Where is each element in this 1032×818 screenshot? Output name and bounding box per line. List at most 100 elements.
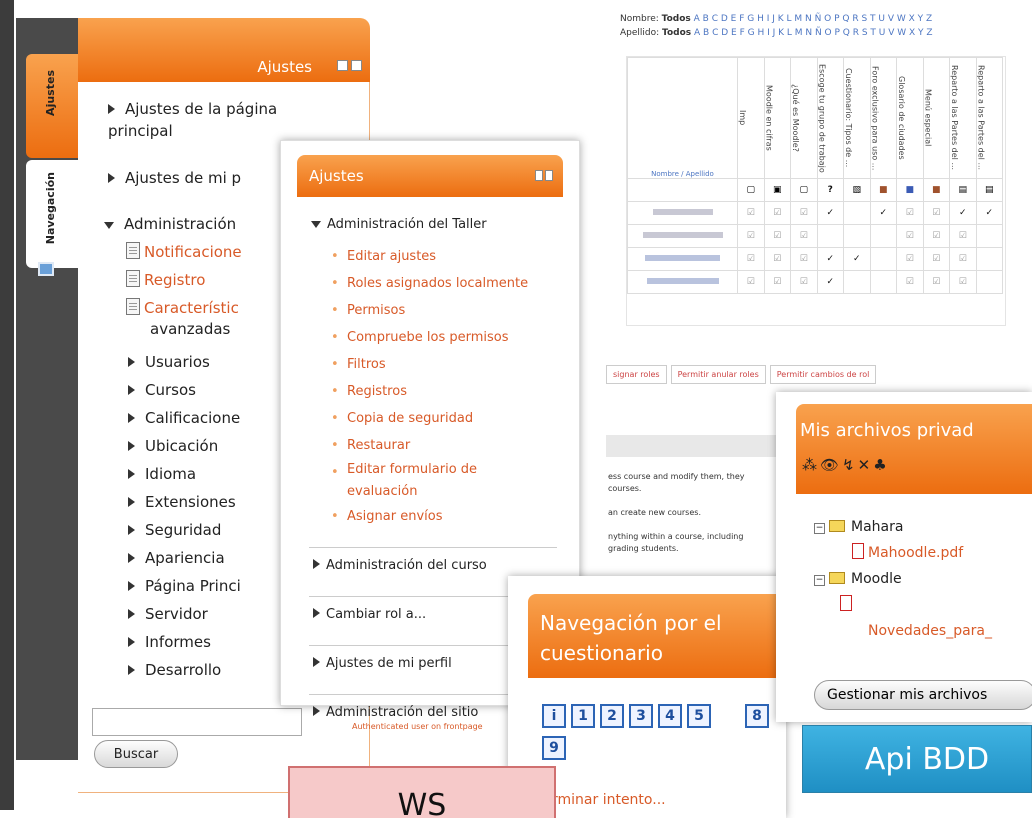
search-button-label: Buscar	[113, 746, 159, 762]
bullet-icon: •	[331, 411, 339, 426]
quiz-question-button[interactable]: 5	[687, 704, 711, 728]
tree-file-mahoodle[interactable]: Mahoodle.pdf	[814, 540, 992, 566]
tab-allow-override[interactable]: Permitir anular roles	[670, 365, 766, 384]
quiz-question-button[interactable]: 4	[658, 704, 682, 728]
workshop-admin-link[interactable]: • Filtros	[331, 351, 571, 378]
admin-item[interactable]: Desarrollo	[128, 661, 221, 679]
finish-attempt-link[interactable]: rminar intento...	[552, 792, 666, 808]
admin-item[interactable]: Ubicación	[128, 437, 218, 455]
admin-item[interactable]: Cursos	[128, 381, 196, 399]
link-label: Registro	[144, 271, 206, 289]
table-col-header: ¿Qué es Moodle?	[790, 57, 818, 179]
quiz-question-button[interactable]: 1	[571, 704, 595, 728]
private-files-block: Mis archivos privad ⁂👁↯✕♣ − Mahara Mahood…	[776, 392, 1032, 722]
search-input[interactable]	[92, 708, 302, 736]
frontpage-user-note: Authenticated user on frontpage	[352, 722, 483, 731]
workshop-admin-link[interactable]: • Roles asignados localmente	[331, 270, 571, 297]
table-cell: ☑	[922, 247, 950, 271]
quiz-question-button[interactable]: 2	[600, 704, 624, 728]
admin-item[interactable]: Informes	[128, 633, 211, 651]
admin-item[interactable]: Extensiones	[128, 493, 236, 511]
letters-first[interactable]: A B C D E F G H I J K L M N Ñ O P Q R S …	[694, 14, 933, 24]
section-site-admin[interactable]: Administración	[104, 215, 236, 233]
move-icon[interactable]: ↯	[842, 456, 858, 474]
admin-item[interactable]: Usuarios	[128, 353, 210, 371]
last-name-label: Apellido:	[620, 28, 660, 38]
admin-link-reports[interactable]: Registro	[126, 270, 205, 289]
workshop-admin-link[interactable]: • Editar ajustes	[331, 243, 571, 270]
admin-link-notifications[interactable]: Notificacione	[126, 242, 242, 261]
collapsed-arrow-icon	[128, 469, 135, 479]
workshop-admin-link[interactable]: • Copia de seguridad	[331, 405, 571, 432]
completion-table-wrap: Nombre / Apellido Imp Moodle en cifras ¿…	[626, 56, 1006, 326]
manage-files-button[interactable]: Gestionar mis archivos	[814, 680, 1032, 710]
section-front-page-settings[interactable]: Ajustes de la página principal	[108, 98, 308, 142]
admin-item-label: Apariencia	[145, 549, 225, 567]
link-label: Roles asignados localmente	[347, 276, 529, 291]
all-last-link[interactable]: Todos	[662, 28, 691, 38]
workshop-admin-link[interactable]: • Asignar envíos	[331, 503, 571, 530]
table-col-header: Glosario de ciudades	[896, 57, 924, 179]
workshop-admin-link[interactable]: • Permisos	[331, 297, 571, 324]
admin-link-advanced-features-line2[interactable]: avanzadas	[150, 320, 230, 338]
first-name-label: Nombre:	[620, 14, 659, 24]
dock-icon[interactable]	[38, 262, 54, 276]
workshop-admin-link[interactable]: • Compruebe los permisos	[331, 324, 571, 351]
first-name-filter: Nombre: Todos A B C D E F G H I J K L M …	[620, 12, 933, 26]
tab-assign-roles[interactable]: signar roles	[606, 365, 667, 384]
table-cell: ✓	[816, 270, 844, 294]
workshop-admin-link[interactable]: • Editar formulario de evaluación	[331, 459, 571, 503]
user-icon[interactable]: ♣	[873, 456, 889, 474]
tree-folder-mahara[interactable]: − Mahara	[814, 514, 992, 540]
collapse-icon[interactable]: −	[814, 523, 825, 534]
collapsed-arrow-icon	[313, 559, 320, 569]
workshop-admin-link[interactable]: • Registros	[331, 378, 571, 405]
letters-last[interactable]: A B C D E F G H I J K L M N Ñ O P Q R S …	[694, 28, 933, 38]
hide-block-icon[interactable]	[351, 60, 362, 71]
dock-block-icon[interactable]	[337, 60, 348, 71]
link-label: Característic	[144, 299, 239, 317]
section-my-profile-settings[interactable]: Ajustes de mi p	[108, 169, 241, 187]
quiz-button-label: 5	[694, 708, 704, 724]
admin-item-label: Servidor	[145, 605, 208, 623]
admin-item[interactable]: Idioma	[128, 465, 196, 483]
api-label-box: Api BDD	[802, 725, 1032, 793]
table-row: ☑ ☑ ☑ ☑ ☑ ☑	[627, 224, 1003, 248]
workshop-dock-icon[interactable]	[535, 170, 543, 181]
tab-allow-switch[interactable]: Permitir cambios de rol	[769, 365, 877, 384]
quiz-button-label: 3	[636, 708, 646, 724]
collapse-icon[interactable]: −	[814, 575, 825, 586]
workshop-hide-icon[interactable]	[545, 170, 553, 181]
blurred-name	[645, 255, 720, 261]
col-header-label: Foro exclusivo para uso ...	[870, 65, 880, 171]
admin-item[interactable]: Calificacione	[128, 409, 240, 427]
quiz-button-label: 4	[665, 708, 675, 724]
tree-file-novedades[interactable]: Novedades_para_	[814, 618, 992, 644]
workshop-admin-link[interactable]: • Restaurar	[331, 432, 571, 459]
quiz-info-button[interactable]: i	[542, 704, 566, 728]
table-cell: ✓	[843, 247, 871, 271]
quiz-question-button[interactable]: 3	[629, 704, 653, 728]
brush-icon[interactable]: ⁂	[802, 456, 820, 474]
side-tab-navegacion[interactable]: Navegación	[26, 160, 78, 268]
all-first-link[interactable]: Todos	[662, 14, 691, 24]
side-tab-ajustes[interactable]: Ajustes	[26, 54, 78, 158]
quiz-question-button[interactable]: 9	[542, 736, 566, 760]
admin-item[interactable]: Servidor	[128, 605, 208, 623]
delete-icon[interactable]: ✕	[858, 456, 874, 474]
admin-item[interactable]: Página Princi	[128, 577, 241, 595]
workshop-admin-section[interactable]: Administración del Taller	[311, 217, 487, 232]
admin-link-advanced-features[interactable]: Característic	[126, 298, 239, 317]
search-button[interactable]: Buscar	[94, 740, 178, 768]
last-name-filter: Apellido: Todos A B C D E F G H I J K L …	[620, 26, 933, 40]
table-cell: ✓	[869, 201, 897, 225]
col-header-name: Nombre / Apellido	[627, 57, 738, 179]
table-cell: ☑	[922, 201, 950, 225]
table-cell: ☑	[790, 224, 818, 248]
admin-item[interactable]: Seguridad	[128, 521, 221, 539]
eye-icon[interactable]: 👁	[820, 456, 842, 474]
tree-folder-moodle[interactable]: − Moodle	[814, 566, 992, 592]
admin-item[interactable]: Apariencia	[128, 549, 225, 567]
quiz-question-button[interactable]: 8	[745, 704, 769, 728]
frontpage-user-label: Authenticated user on frontpage	[352, 722, 483, 731]
